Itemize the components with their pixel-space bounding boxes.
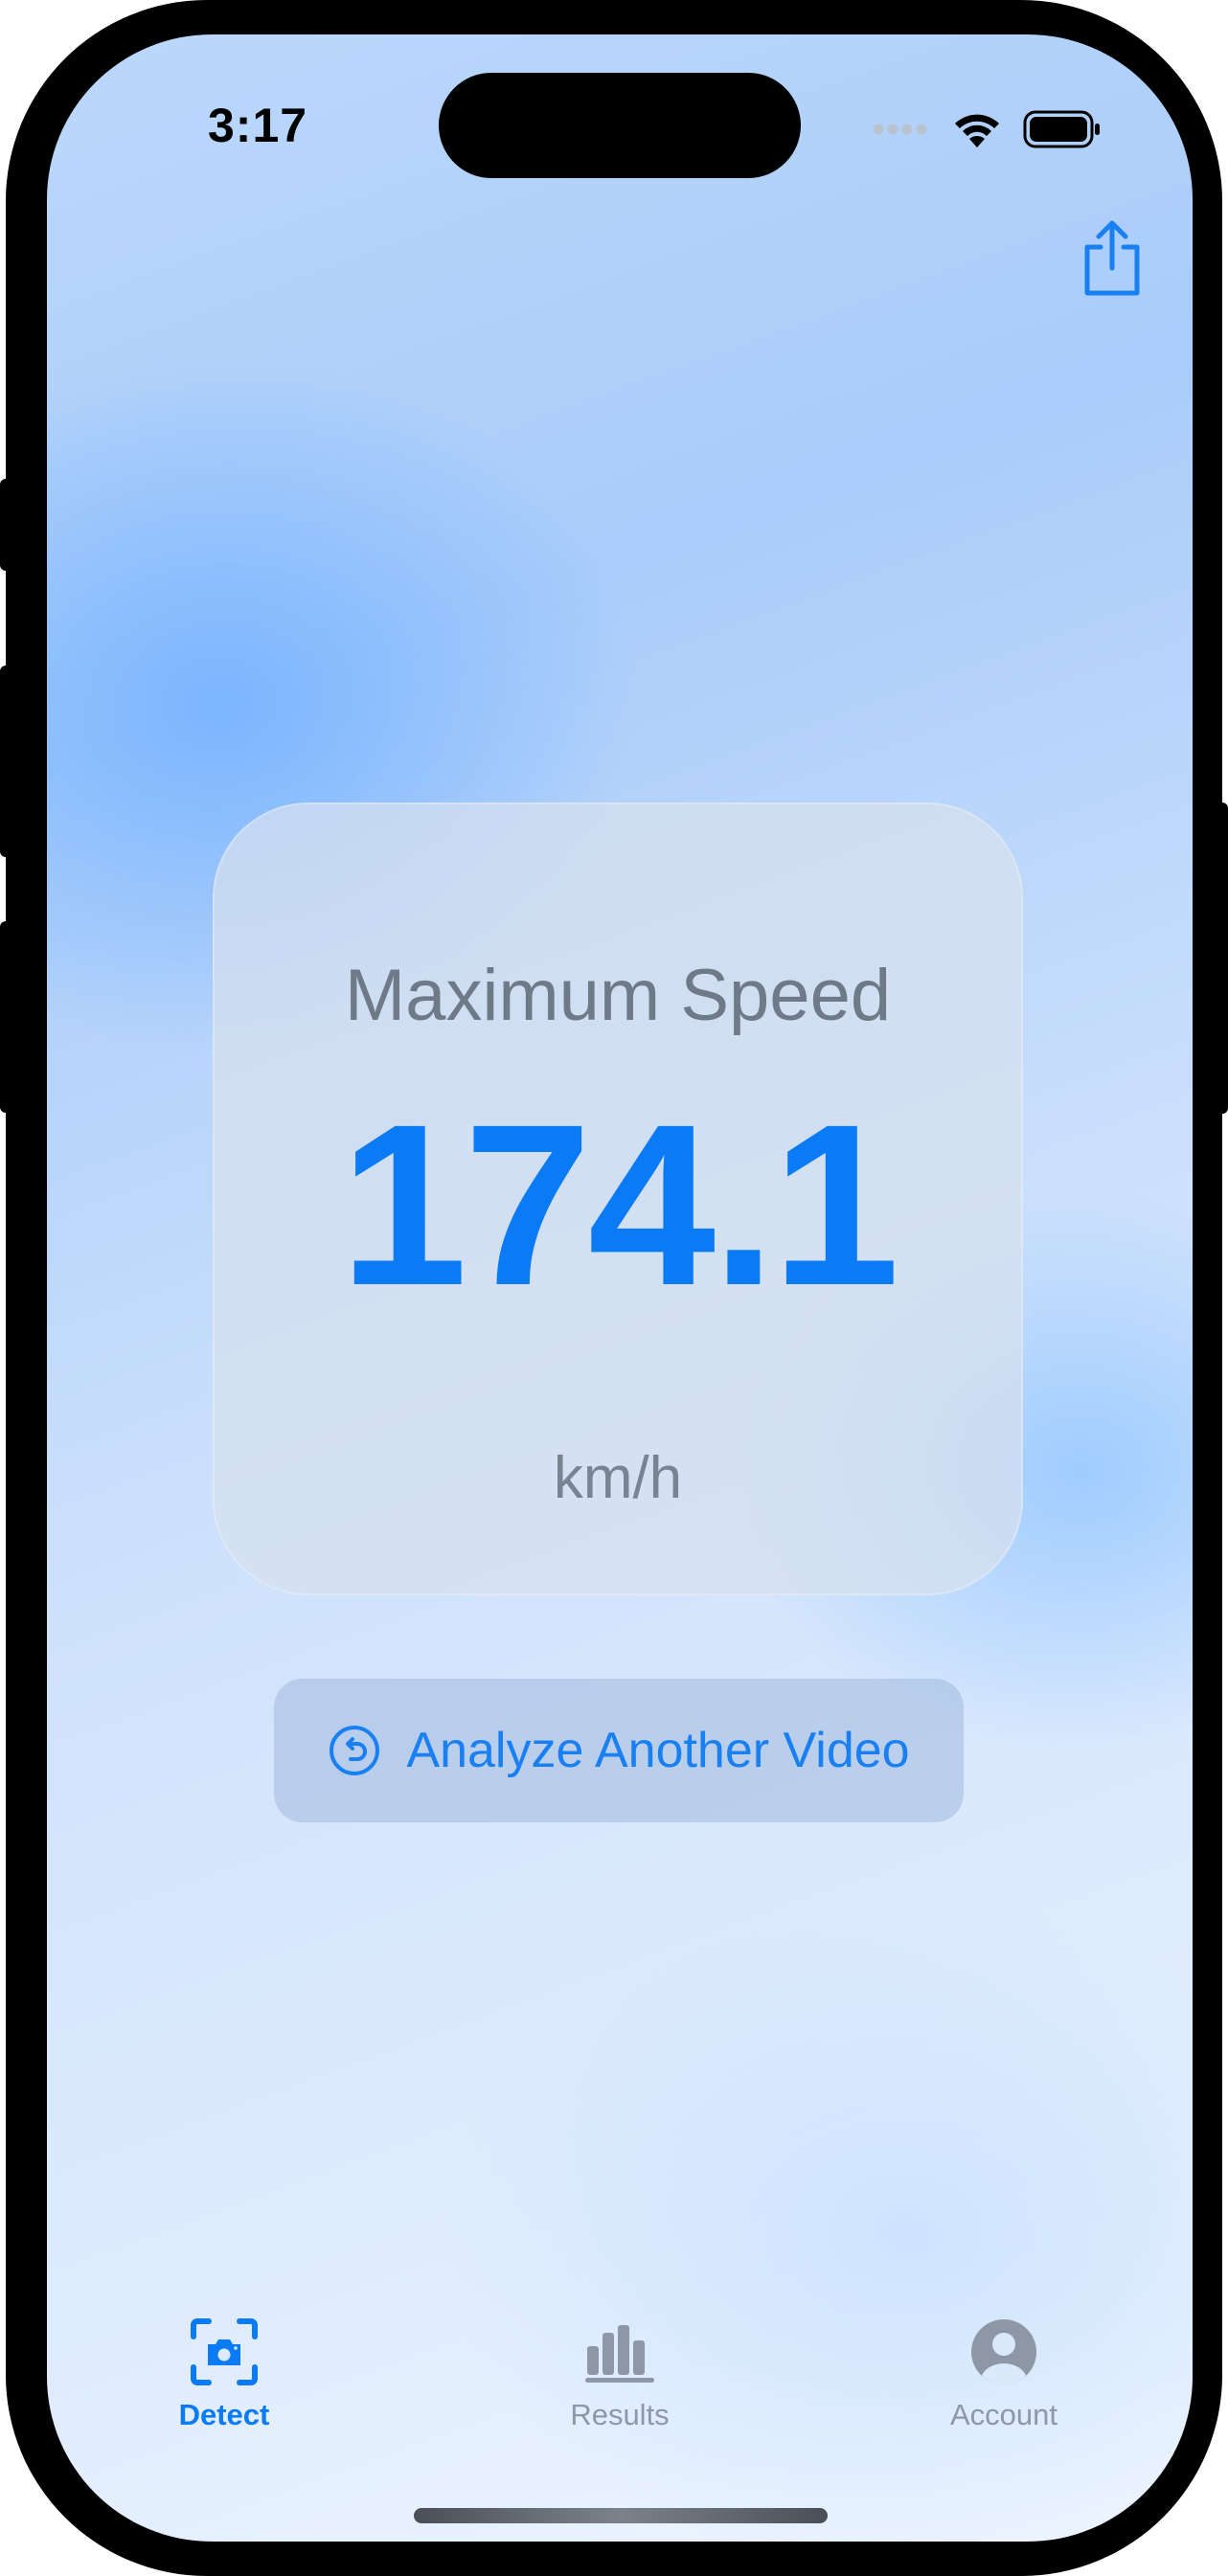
volume-up-button — [0, 666, 13, 857]
tab-label-results: Results — [570, 2398, 670, 2431]
power-button — [1215, 802, 1228, 1114]
dynamic-island — [439, 73, 801, 178]
tab-label-detect: Detect — [178, 2398, 270, 2431]
reset-arrow-icon — [330, 1726, 380, 1775]
status-icons — [872, 109, 1102, 149]
camera-viewfinder-icon — [186, 2314, 262, 2390]
tab-account[interactable]: Account — [879, 2314, 1128, 2457]
speed-value: 174.1 — [339, 1076, 900, 1333]
share-icon — [1084, 220, 1140, 296]
card-title: Maximum Speed — [344, 955, 892, 1036]
max-speed-card: Maximum Speed 174.1 km/h — [213, 802, 1023, 1595]
tab-bar: Detect Results Account — [47, 2314, 1193, 2457]
app-screen: 3:17 Maximum Speed 174.1 km/h Analyze An… — [47, 34, 1193, 2542]
phone-frame: 3:17 Maximum Speed 174.1 km/h Analyze An… — [0, 0, 1228, 2576]
tab-detect[interactable]: Detect — [100, 2314, 349, 2457]
home-indicator[interactable] — [414, 2508, 828, 2523]
bar-chart-icon — [581, 2314, 658, 2390]
cellular-signal-icon — [873, 124, 927, 135]
analyze-another-video-button[interactable]: Analyze Another Video — [274, 1679, 964, 1822]
status-time: 3:17 — [208, 99, 308, 152]
analyze-button-label: Analyze Another Video — [406, 1723, 910, 1778]
battery-icon — [1023, 110, 1100, 148]
volume-down-button — [0, 921, 13, 1113]
speed-unit: km/h — [553, 1445, 683, 1511]
action-button — [0, 479, 13, 571]
tab-results[interactable]: Results — [495, 2314, 744, 2457]
share-button[interactable] — [1078, 218, 1147, 299]
tab-label-account: Account — [949, 2398, 1057, 2431]
person-circle-icon — [966, 2314, 1042, 2390]
wifi-icon — [955, 114, 999, 147]
